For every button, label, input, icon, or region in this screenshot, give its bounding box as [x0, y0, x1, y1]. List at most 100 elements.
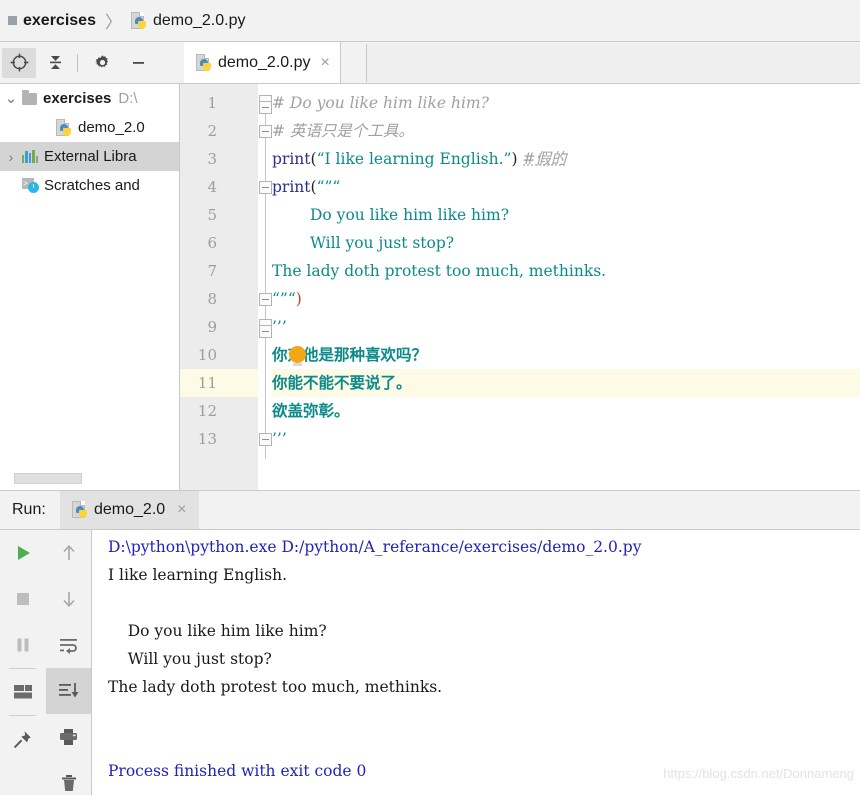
run-tab-demo[interactable]: demo_2.0 × — [60, 491, 199, 529]
console-line: Do you like him like him? — [108, 622, 327, 640]
rerun-button[interactable] — [0, 530, 45, 576]
locate-file-button[interactable] — [2, 47, 36, 78]
tree-item-external-libra[interactable]: › External Libra — [0, 142, 179, 171]
folder-icon — [22, 89, 37, 105]
stop-icon — [16, 593, 29, 605]
breadcrumb-separator: 〉 — [104, 13, 122, 32]
python-file-icon — [130, 11, 148, 30]
fold-collapse-icon[interactable] — [259, 293, 272, 306]
project-tree[interactable]: ⌄ exercises D:\ demo_2.0 › External Libra > Scr… — [0, 84, 180, 490]
code-editor[interactable]: 1 2 3 4 5 6 7 8 9 10 11 12 13 # Do you like him like… — [180, 84, 860, 490]
stop-button[interactable] — [0, 576, 45, 622]
fold-collapse-icon[interactable] — [259, 325, 272, 338]
collapse-all-icon — [49, 56, 61, 69]
editor-tab-label: demo_2.0.py — [218, 53, 311, 71]
settings-button[interactable] — [85, 48, 119, 78]
code-line[interactable]: print(“”“ — [272, 173, 340, 201]
project-square-icon — [8, 16, 17, 25]
code-line[interactable]: 欲盖弥彰。 — [272, 397, 350, 425]
fold-collapse-icon[interactable] — [259, 101, 272, 114]
collapse-all-button[interactable] — [38, 48, 72, 78]
scroll-to-end-button[interactable] — [46, 668, 91, 714]
chevron-right-icon[interactable]: › — [0, 150, 22, 164]
soft-wrap-button[interactable] — [46, 622, 91, 668]
trash-icon — [61, 775, 76, 791]
console-output[interactable]: D:\python\python.exe D:/python/A_referan… — [92, 530, 860, 795]
code-token: Will you just stop? — [310, 234, 455, 252]
code-token: ’’’ — [272, 318, 287, 336]
code-line[interactable]: “”“) — [272, 285, 302, 313]
line-number: 12 — [197, 402, 217, 420]
code-token: 欲盖弥彰。 — [272, 401, 350, 420]
editor-tabstrip: demo_2.0.py × — [180, 42, 860, 84]
code-token: #假的 — [522, 150, 567, 168]
arrow-up-icon — [62, 545, 75, 560]
line-number-gutter: 1 2 3 4 5 6 7 8 9 10 11 12 13 — [180, 84, 258, 490]
close-icon[interactable]: × — [321, 54, 330, 71]
scroll-up-button[interactable] — [46, 530, 91, 576]
code-line[interactable]: # 英语只是个工具。 — [272, 117, 414, 145]
pin-button[interactable] — [0, 716, 45, 762]
chevron-down-icon[interactable]: ⌄ — [0, 91, 22, 106]
line-number: 1 — [207, 94, 217, 112]
editor-tab-demo[interactable]: demo_2.0.py × — [184, 42, 341, 83]
close-icon[interactable]: × — [177, 502, 186, 518]
fold-gutter[interactable] — [258, 84, 272, 490]
fold-collapse-icon[interactable] — [259, 125, 272, 138]
run-toolbar-column-2 — [46, 530, 91, 806]
code-line[interactable]: Do you like him like him? — [310, 201, 509, 229]
hide-panel-button[interactable] — [121, 48, 155, 78]
console-line: The lady doth protest too much, methinks… — [108, 678, 443, 696]
layout-icon — [13, 685, 32, 699]
line-number: 10 — [197, 346, 217, 364]
line-number: 4 — [207, 178, 217, 196]
code-line[interactable]: ’’’ — [272, 425, 287, 453]
intention-bulb-icon[interactable] — [289, 346, 306, 366]
watermark: https://blog.csdn.net/Donnameng — [663, 766, 854, 781]
code-line[interactable]: # Do you like him like him? — [272, 89, 489, 117]
code-token: “”“ — [316, 178, 341, 196]
minimize-icon — [132, 62, 144, 64]
line-number: 5 — [207, 206, 217, 224]
line-number: 8 — [207, 290, 217, 308]
scroll-down-button[interactable] — [46, 576, 91, 622]
clear-all-button[interactable] — [46, 760, 91, 806]
tree-item-label: Scratches and — [44, 177, 140, 194]
run-panel: Run: demo_2.0 × D:\python\python.exe D:/… — [0, 490, 860, 795]
layout-button[interactable] — [0, 669, 45, 715]
tree-item-label: demo_2.0 — [78, 119, 145, 136]
toolbar-divider — [77, 53, 78, 72]
tree-item-label: External Libra — [44, 148, 137, 165]
fold-collapse-icon[interactable] — [259, 433, 272, 446]
code-token: The lady doth protest too much, methinks… — [272, 262, 607, 280]
soft-wrap-icon — [60, 639, 77, 654]
code-line[interactable]: The lady doth protest too much, methinks… — [272, 257, 606, 285]
code-line[interactable]: ’’’ — [272, 313, 287, 341]
pycharm-window: exercises 〉 demo_2.0.py demo_2.0.py × ⌄ … — [0, 0, 860, 795]
code-text-area[interactable]: # Do you like him like him? # 英语只是个工具。 pri… — [272, 84, 860, 490]
pause-icon — [17, 638, 28, 652]
print-button[interactable] — [46, 714, 91, 760]
run-panel-header: Run: demo_2.0 × — [0, 490, 860, 530]
python-file-icon — [72, 501, 89, 519]
run-icon — [17, 546, 30, 560]
code-line[interactable]: Will you just stop? — [310, 229, 454, 257]
code-token: Do you like him like him? — [310, 206, 510, 224]
scratches-clock-icon: > — [22, 178, 39, 193]
code-token: “”“ — [272, 290, 296, 308]
project-toolbar — [0, 42, 180, 84]
code-token: ’’’ — [272, 430, 287, 448]
fold-collapse-icon[interactable] — [259, 181, 272, 194]
code-line[interactable]: 你能不能不要说了。 — [272, 369, 412, 397]
code-line[interactable]: print(“I like learning English.”) #假的 — [272, 145, 567, 173]
console-line: I like learning English. — [108, 566, 288, 584]
breadcrumb-project[interactable]: exercises — [23, 12, 96, 30]
tree-item-scratches-and[interactable]: > Scratches and — [0, 171, 179, 200]
pause-button[interactable] — [0, 622, 45, 668]
scroll-to-end-icon — [58, 683, 78, 698]
breadcrumb-file[interactable]: demo_2.0.py — [153, 12, 246, 30]
tree-item-exercises[interactable]: ⌄ exercises D:\ — [0, 84, 179, 113]
run-panel-label: Run: — [12, 501, 46, 518]
project-horizontal-scrollbar[interactable] — [14, 473, 82, 484]
tree-item-demo-2-0[interactable]: demo_2.0 — [0, 113, 179, 142]
